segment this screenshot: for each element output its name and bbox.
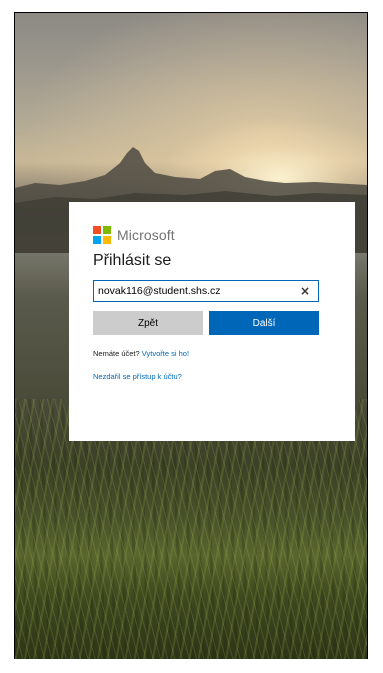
cant-access-link[interactable]: Nezdařil se přístup k účtu? (93, 372, 182, 381)
brand-name: Microsoft (117, 227, 175, 243)
email-field-container: × (93, 280, 319, 302)
next-button[interactable]: Další (209, 311, 319, 335)
no-account-row: Nemáte účet? Vytvořte si ho! (93, 349, 333, 358)
back-button[interactable]: Zpět (93, 311, 203, 335)
logo-square-red (93, 226, 101, 234)
app-frame: Microsoft Přihlásit se × Zpět Další Nemá… (14, 12, 368, 659)
cant-access-row: Nezdařil se přístup k účtu? (93, 372, 333, 381)
logo-square-yellow (103, 236, 111, 244)
email-field[interactable] (94, 281, 294, 301)
action-buttons: Zpět Další (93, 311, 319, 335)
create-account-link[interactable]: Vytvořte si ho! (142, 349, 189, 358)
microsoft-logo-icon (93, 226, 111, 244)
no-account-text: Nemáte účet? (93, 349, 140, 358)
clear-input-icon[interactable]: × (298, 284, 312, 298)
brand-header: Microsoft (93, 225, 333, 245)
signin-card: Microsoft Přihlásit se × Zpět Další Nemá… (69, 202, 355, 441)
page-title: Přihlásit se (93, 252, 172, 269)
logo-square-blue (93, 236, 101, 244)
logo-square-green (103, 226, 111, 234)
